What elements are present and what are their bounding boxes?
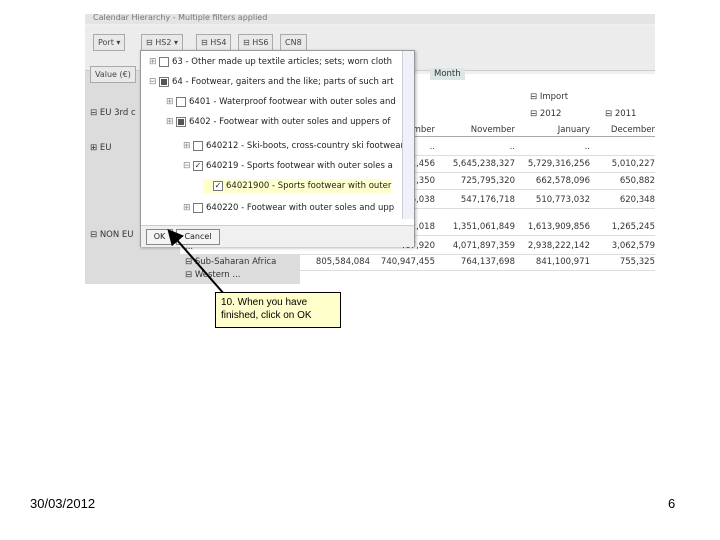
instruction-callout: 10. When you have finished, click on OK <box>215 292 341 328</box>
footer-date: 30/03/2012 <box>30 496 96 511</box>
arrow <box>167 228 246 319</box>
page-number: 6 <box>668 496 676 511</box>
